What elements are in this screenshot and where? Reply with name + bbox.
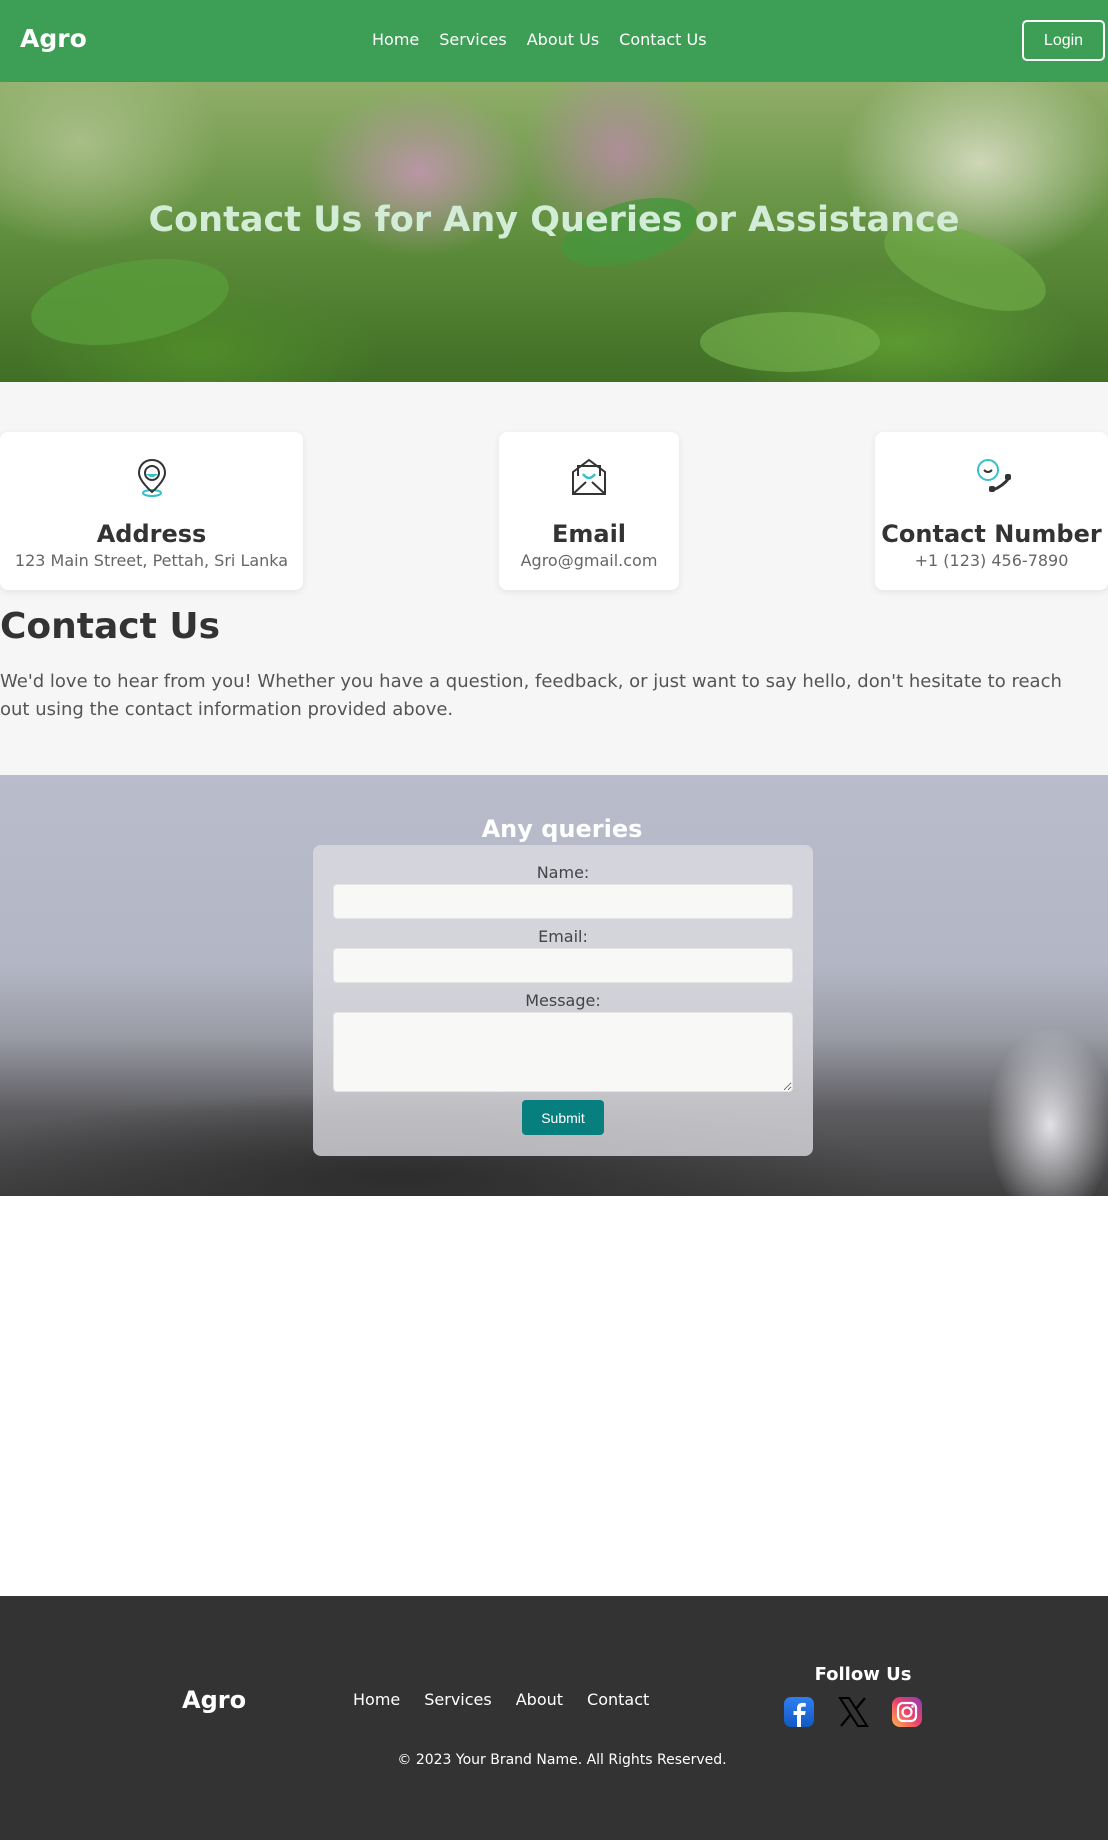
submit-button[interactable]: Submit (522, 1100, 604, 1135)
facebook-icon[interactable] (783, 1696, 815, 1728)
login-button[interactable]: Login (1022, 20, 1105, 61)
footer-links: Home Services About Contact (353, 1690, 649, 1709)
contact-info-section: Address 123 Main Street, Pettah, Sri Lan… (0, 382, 1108, 775)
hero-banner: Contact Us for Any Queries or Assistance (0, 82, 1108, 382)
hero-leaf-shape (24, 245, 236, 359)
query-form-section: Any queries Name: Email: Message: Submit (0, 775, 1108, 1196)
email-title: Email (551, 520, 627, 548)
footer-link-contact[interactable]: Contact (587, 1690, 649, 1709)
name-label: Name: (536, 863, 590, 882)
footer-brand[interactable]: Agro (182, 1686, 246, 1714)
hero-leaf-shape (700, 312, 880, 372)
location-pin-icon (137, 458, 166, 497)
nav-link-home[interactable]: Home (372, 30, 419, 49)
contact-number-title: Contact Number (881, 520, 1102, 548)
footer-link-about[interactable]: About (516, 1690, 563, 1709)
email-value[interactable]: Agro@gmail.com (499, 551, 679, 570)
address-value: 123 Main Street, Pettah, Sri Lanka (14, 551, 289, 570)
contact-number-card: Contact Number +1 (123) 456-7890 (875, 432, 1108, 590)
contact-description: We'd love to hear from you! Whether you … (0, 671, 1062, 720)
envelope-icon (572, 458, 606, 495)
copyright-text: © 2023 Your Brand Name. All Rights Reser… (397, 1752, 727, 1768)
hero-title: Contact Us for Any Queries or Assistance (148, 200, 960, 240)
footer: Agro Home Services About Contact Follow … (0, 1596, 1108, 1840)
message-textarea[interactable] (333, 1012, 793, 1092)
form-title: Any queries (481, 815, 643, 843)
nav-link-contact-us[interactable]: Contact Us (619, 30, 706, 49)
contact-number-value[interactable]: +1 (123) 456-7890 (875, 551, 1108, 570)
email-label: Email: (538, 927, 588, 946)
query-form: Name: Email: Message: Submit (313, 845, 813, 1156)
follow-us-heading: Follow Us (814, 1664, 912, 1685)
phone-icon (976, 459, 1011, 492)
brand-logo[interactable]: Agro (20, 24, 87, 53)
name-input[interactable] (333, 884, 793, 919)
x-icon[interactable] (837, 1696, 869, 1728)
email-input[interactable] (333, 948, 793, 983)
footer-link-home[interactable]: Home (353, 1690, 400, 1709)
address-title: Address (96, 520, 207, 548)
address-card: Address 123 Main Street, Pettah, Sri Lan… (0, 432, 303, 590)
contact-heading: Contact Us (0, 606, 221, 647)
message-label: Message: (525, 991, 601, 1010)
email-card: Email Agro@gmail.com (499, 432, 679, 590)
instagram-icon[interactable] (891, 1696, 923, 1728)
footer-link-services[interactable]: Services (424, 1690, 491, 1709)
navbar: Agro Home Services About Us Contact Us L… (0, 0, 1108, 82)
nav-link-services[interactable]: Services (439, 30, 506, 49)
nav-link-about-us[interactable]: About Us (527, 30, 599, 49)
nav-links: Home Services About Us Contact Us (372, 30, 707, 49)
